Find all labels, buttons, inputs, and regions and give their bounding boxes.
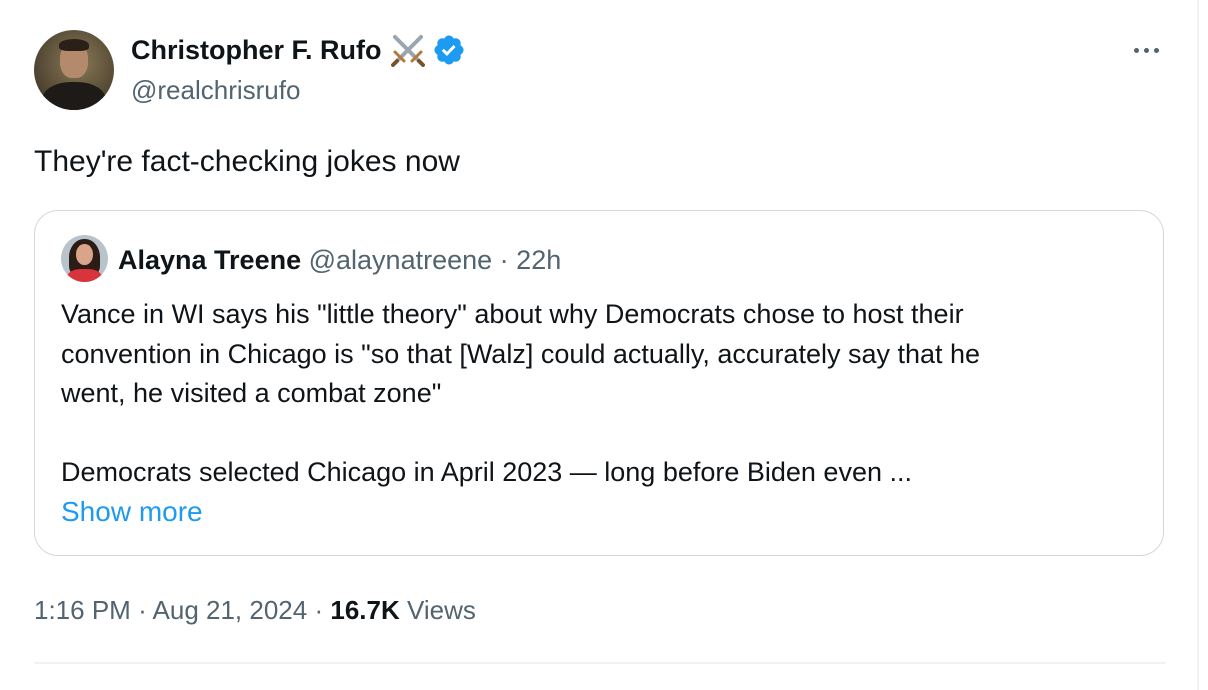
column-border	[1197, 0, 1199, 690]
tweet-time[interactable]: 1:16 PM	[34, 595, 131, 625]
tweet-date[interactable]: Aug 21, 2024	[153, 595, 308, 625]
quoted-author-handle[interactable]: @alaynatreene	[309, 245, 493, 275]
views-label: Views	[407, 595, 476, 625]
header-separator: ·	[499, 245, 509, 275]
quoted-tweet-age[interactable]: 22h	[516, 245, 561, 275]
meta-separator: ·	[138, 595, 147, 625]
crossed-swords-icon	[388, 32, 428, 68]
author-name-row[interactable]: Christopher F. Rufo	[131, 32, 466, 68]
avatar-body	[42, 82, 106, 110]
quoted-tweet-text: Vance in WI says his "little theory" abo…	[61, 295, 1151, 493]
more-dot	[1143, 47, 1149, 53]
tweet-text: They're fact-checking jokes now	[34, 145, 460, 178]
verified-badge-icon[interactable]	[432, 33, 466, 67]
divider	[34, 662, 1166, 664]
more-dot	[1153, 47, 1159, 53]
quoted-author-avatar[interactable]	[61, 235, 108, 282]
quote-avatar-top	[67, 269, 102, 282]
author-handle[interactable]: @realchrisrufo	[131, 73, 300, 107]
meta-separator: ·	[314, 595, 324, 625]
quoted-text-line: Vance in WI says his "little theory" abo…	[61, 299, 964, 329]
show-more-link[interactable]: Show more	[61, 493, 203, 531]
more-dot	[1133, 47, 1139, 53]
tweet-view: Christopher F. Rufo @realchrisrufo They'…	[0, 0, 1208, 690]
quoted-author-name[interactable]: Alayna Treene	[118, 245, 301, 275]
quote-avatar-face	[76, 244, 93, 265]
quoted-text-line: convention in Chicago is "so that [Walz]…	[61, 338, 981, 369]
avatar-hair	[59, 39, 89, 51]
author-name[interactable]: Christopher F. Rufo	[131, 32, 382, 68]
quoted-tweet-card[interactable]: Alayna Treene @alaynatreene · 22h Vance …	[34, 210, 1164, 556]
quoted-text-line: went, he visited a combat zone"	[61, 378, 442, 408]
views-count[interactable]: 16.7K	[330, 595, 399, 625]
tweet-metadata: 1:16 PM · Aug 21, 2024 · 16.7K Views	[34, 592, 476, 628]
quoted-tweet-header: Alayna Treene @alaynatreene · 22h	[118, 243, 561, 277]
more-options-icon[interactable]	[1126, 36, 1166, 64]
author-avatar[interactable]	[34, 30, 114, 110]
quoted-text-line: Democrats selected Chicago in April 2023…	[61, 457, 912, 487]
